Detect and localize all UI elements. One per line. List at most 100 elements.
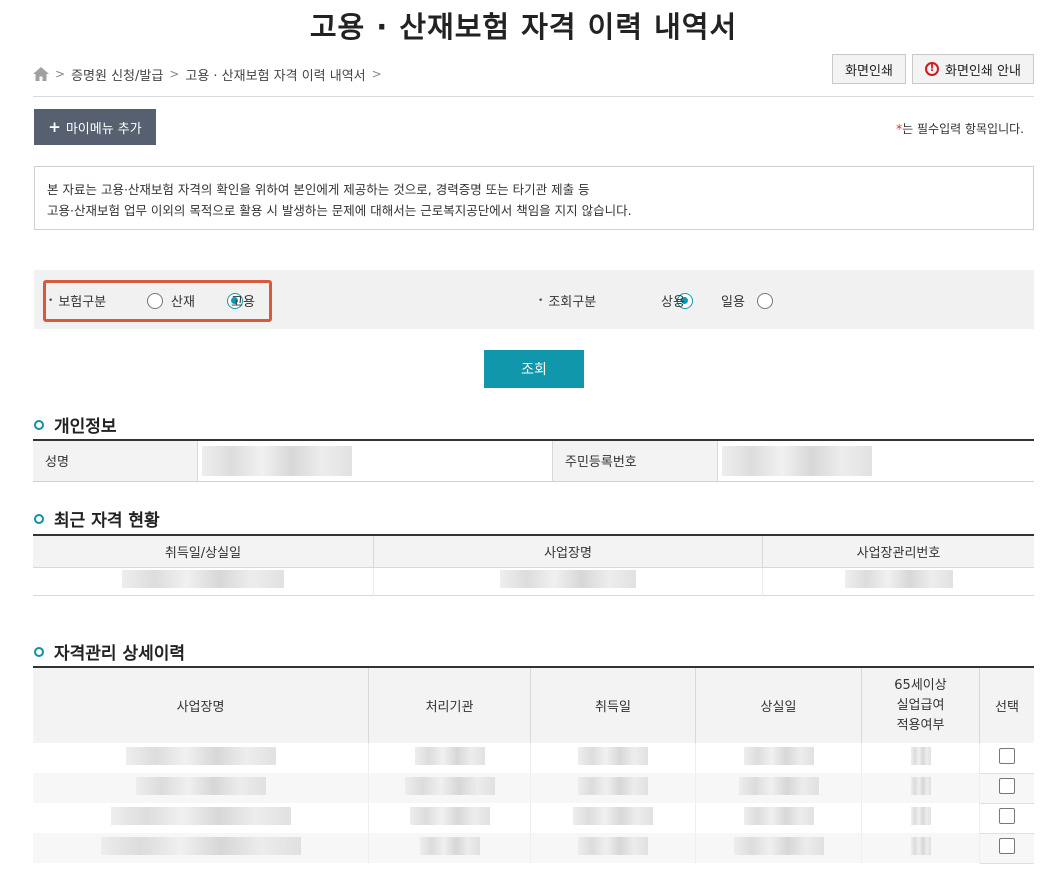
redacted-value xyxy=(409,807,490,825)
redacted-value xyxy=(578,837,648,855)
table-cell xyxy=(33,833,369,863)
table-cell xyxy=(530,803,696,833)
redacted-value xyxy=(202,445,352,476)
table-cell xyxy=(33,567,374,595)
radio-sanjae-label[interactable]: 산재 xyxy=(171,291,195,310)
insurance-type-label-text: 보험구분 xyxy=(58,295,107,310)
table-cell xyxy=(861,743,980,773)
required-note: *는 필수입력 항목입니다. xyxy=(896,120,1024,137)
notice-line: 고용·산재보험 업무 이외의 목적으로 활용 시 발생하는 문제에 대해서는 근… xyxy=(47,203,632,218)
row-select-checkbox[interactable] xyxy=(999,778,1015,794)
personal-info-table: 성명 주민등록번호 xyxy=(33,439,1034,482)
page-title: 고용 · 산재보험 자격 이력 내역서 xyxy=(309,10,738,44)
redacted-value xyxy=(573,807,653,825)
chevron-right-icon: > xyxy=(55,67,66,81)
redacted-value xyxy=(743,747,814,765)
radio-goyong-label[interactable]: 고용 xyxy=(231,291,255,310)
redacted-value xyxy=(722,445,872,476)
section-history: 자격관리 상세이력 xyxy=(34,639,185,664)
redacted-value xyxy=(910,777,931,795)
name-value xyxy=(198,440,553,481)
redacted-value xyxy=(135,777,266,795)
column-header: 사업장명 xyxy=(373,535,763,568)
history-table: 사업장명 처리기관 취득일 상실일 65세이상 실업급여 적용여부 선택 xyxy=(33,666,1034,864)
row-select-checkbox[interactable] xyxy=(999,838,1015,854)
redacted-value xyxy=(100,837,301,855)
query-button[interactable]: 조회 xyxy=(484,350,584,388)
section-title: 개인정보 xyxy=(54,417,117,437)
select-cell xyxy=(979,803,1034,834)
column-header-line: 적용여부 xyxy=(896,717,945,733)
column-header: 상실일 xyxy=(695,667,862,743)
table-cell xyxy=(695,803,862,833)
redacted-value xyxy=(733,837,824,855)
query-type-label: • 조회구분 xyxy=(538,291,596,310)
table-row xyxy=(33,743,1034,774)
redacted-value xyxy=(419,837,480,855)
home-icon[interactable] xyxy=(33,67,49,81)
insurance-type-label: • 보험구분 xyxy=(48,291,106,310)
plus-icon: + xyxy=(48,118,61,136)
column-header-line: 실업급여 xyxy=(896,697,945,713)
redacted-value xyxy=(844,570,953,588)
column-header-65: 65세이상 실업급여 적용여부 xyxy=(861,667,980,743)
history-rows xyxy=(33,743,1034,864)
select-cell xyxy=(979,773,1034,804)
table-cell xyxy=(695,773,862,803)
column-header: 사업장명 xyxy=(33,667,369,743)
section-title: 최근 자격 현황 xyxy=(54,511,160,531)
notice-box: 본 자료는 고용·산재보험 자격의 확인을 위하여 본인에게 제공하는 것으로,… xyxy=(34,166,1034,230)
add-mymenu-button[interactable]: + 마이메뉴 추가 xyxy=(34,109,156,145)
section-bullet-icon xyxy=(34,513,44,524)
table-cell xyxy=(368,773,531,803)
row-select-checkbox[interactable] xyxy=(999,808,1015,824)
rrn-value xyxy=(718,440,1035,481)
bullet-dot: • xyxy=(48,295,54,306)
query-button-label: 조회 xyxy=(521,362,547,378)
required-note-text: 는 필수입력 항목입니다. xyxy=(902,122,1024,136)
divider xyxy=(33,96,1034,97)
select-cell xyxy=(979,743,1034,774)
redacted-value xyxy=(110,807,291,825)
print-screen-button[interactable]: 화면인쇄 xyxy=(832,54,906,84)
table-cell xyxy=(763,567,1035,595)
table-cell xyxy=(33,773,369,803)
section-title: 자격관리 상세이력 xyxy=(54,644,186,664)
row-select-checkbox[interactable] xyxy=(999,747,1015,764)
radio-sangyong-label[interactable]: 상용 xyxy=(661,291,685,310)
table-row xyxy=(33,803,1034,834)
bullet-dot: • xyxy=(538,295,544,306)
radio-sanjae[interactable] xyxy=(147,293,163,309)
print-screen-label: 화면인쇄 xyxy=(845,63,893,79)
column-header: 사업장관리번호 xyxy=(762,535,1034,568)
table-cell xyxy=(695,833,862,863)
recent-status-table: 취득일/상실일 사업장명 사업장관리번호 xyxy=(33,534,1034,596)
notice-line: 본 자료는 고용·산재보험 자격의 확인을 위하여 본인에게 제공하는 것으로,… xyxy=(47,182,590,197)
section-bullet-icon xyxy=(34,419,44,430)
table-cell xyxy=(33,743,369,773)
redacted-value xyxy=(578,747,648,765)
breadcrumb-item[interactable]: 고용 · 산재보험 자격 이력 내역서 xyxy=(185,65,365,84)
table-cell xyxy=(861,773,980,803)
warning-icon: ! xyxy=(925,62,940,76)
section-bullet-icon xyxy=(34,646,44,657)
chevron-right-icon: > xyxy=(169,67,180,81)
breadcrumb: > 증명원 신청/발급 > 고용 · 산재보험 자격 이력 내역서 > xyxy=(33,64,388,84)
table-cell xyxy=(530,743,696,773)
breadcrumb-item[interactable]: 증명원 신청/발급 xyxy=(71,65,163,84)
redacted-value xyxy=(578,777,648,795)
query-type-label-text: 조회구분 xyxy=(548,295,597,310)
redacted-value xyxy=(404,777,495,795)
section-personal-info: 개인정보 xyxy=(34,412,117,437)
table-cell xyxy=(373,567,763,595)
redacted-value xyxy=(125,747,276,765)
section-recent-status: 최근 자격 현황 xyxy=(34,506,160,531)
column-header: 처리기관 xyxy=(368,667,531,743)
print-guide-button[interactable]: ! 화면인쇄 안내 xyxy=(912,54,1034,84)
redacted-value xyxy=(122,570,284,588)
redacted-value xyxy=(414,747,485,765)
table-cell xyxy=(368,743,531,773)
table-cell xyxy=(530,773,696,803)
redacted-value xyxy=(910,837,931,855)
radio-ilyong-label[interactable]: 일용 xyxy=(721,291,745,310)
